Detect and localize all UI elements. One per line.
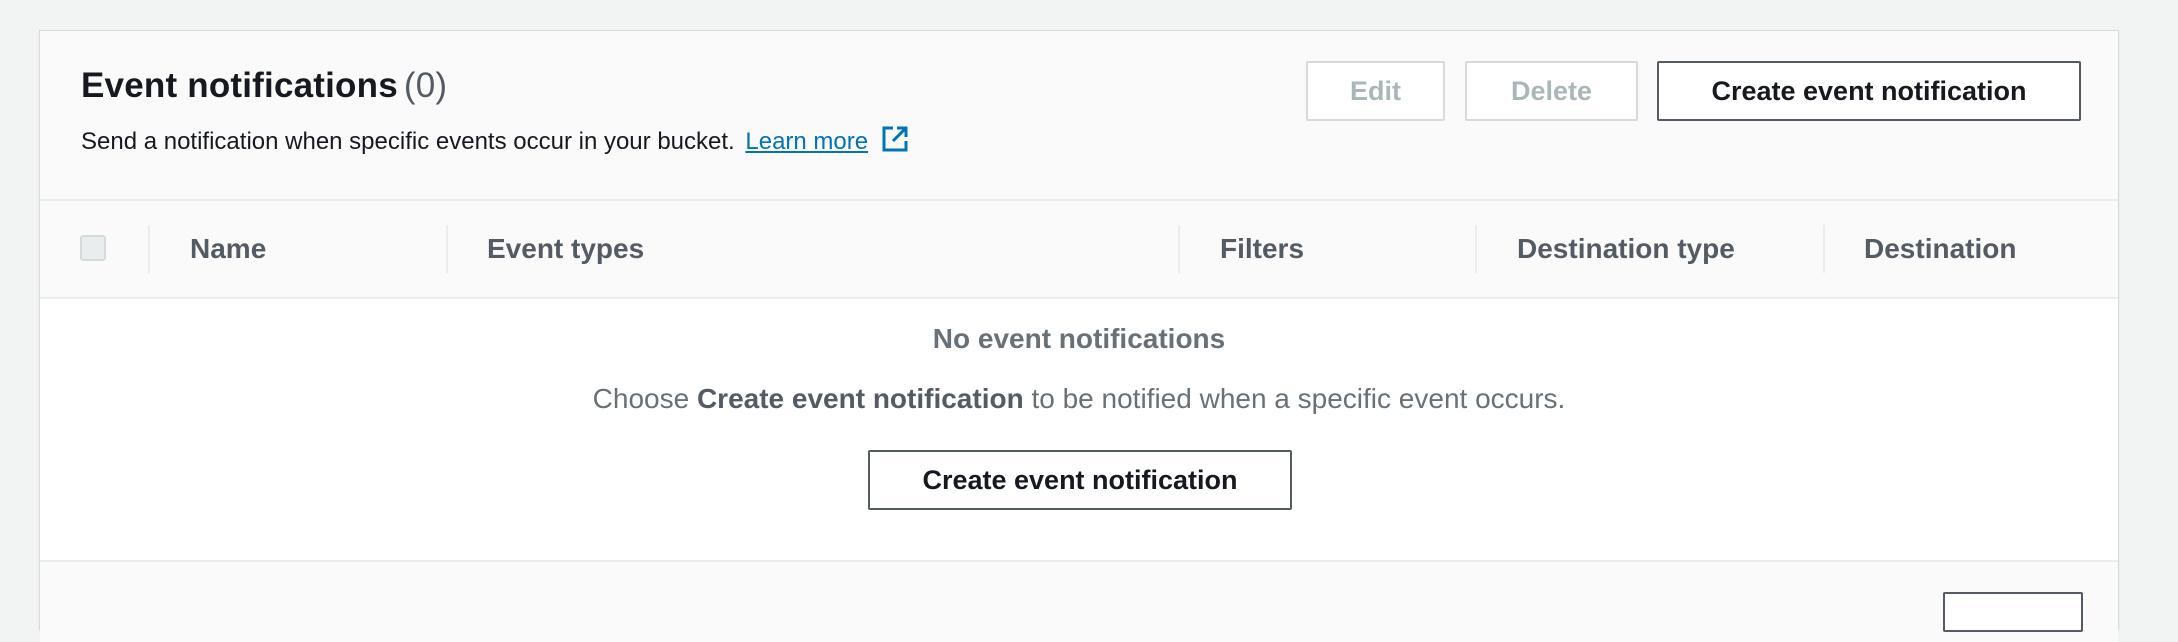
panel-description: Send a notification when specific events… (81, 125, 909, 160)
column-separator[interactable] (1475, 225, 1477, 273)
column-separator[interactable] (1178, 225, 1180, 273)
column-separator[interactable] (446, 225, 448, 273)
create-event-notification-button[interactable]: Create event notification (1657, 61, 2081, 121)
select-all-checkbox[interactable] (80, 235, 106, 261)
column-header-event-types[interactable]: Event types (487, 233, 644, 265)
learn-more-link[interactable]: Learn more (745, 128, 868, 155)
title-text: Event notifications (81, 66, 398, 105)
next-section-button[interactable] (1943, 592, 2083, 632)
column-header-filters[interactable]: Filters (1220, 233, 1304, 265)
table-header: Name Event types Filters Destination typ… (40, 201, 2118, 299)
description-text: Send a notification when specific events… (81, 128, 735, 155)
panel-header: Event notifications (0) Send a notificati… (40, 31, 2118, 201)
empty-state-title: No event notifications (932, 323, 1226, 354)
empty-desc-bold: Create event notification (696, 383, 1024, 414)
page-title: Event notifications (0) (81, 66, 447, 106)
empty-desc-prefix: Choose (592, 383, 690, 414)
next-section-header (40, 562, 2118, 642)
column-separator[interactable] (148, 225, 150, 273)
column-header-destination-type[interactable]: Destination type (1517, 233, 1735, 265)
column-header-destination[interactable]: Destination (1864, 233, 2016, 265)
empty-state-description: Choose Create event notification to be n… (40, 383, 2118, 415)
external-link-icon[interactable] (881, 125, 909, 160)
column-header-name[interactable]: Name (190, 233, 266, 265)
edit-button[interactable]: Edit (1306, 61, 1445, 121)
empty-desc-suffix: to be notified when a specific event occ… (1031, 383, 1566, 414)
column-separator[interactable] (1823, 225, 1825, 273)
delete-button[interactable]: Delete (1465, 61, 1638, 121)
empty-state-create-button[interactable]: Create event notification (868, 450, 1292, 510)
notification-count: (0) (403, 66, 448, 105)
event-notifications-panel: Event notifications (0) Send a notificati… (39, 30, 2119, 642)
